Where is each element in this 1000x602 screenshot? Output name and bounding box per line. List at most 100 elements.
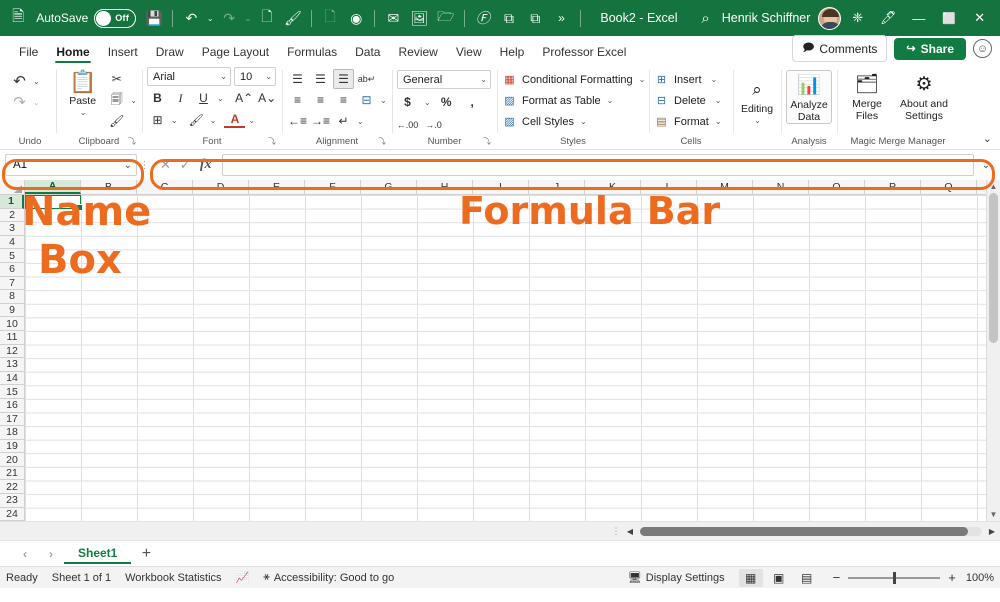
column-header-e[interactable]: E (249, 180, 305, 194)
tab-formulas[interactable]: Formulas (278, 42, 346, 64)
tab-help[interactable]: Help (491, 42, 534, 64)
font-color-icon[interactable]: A (224, 112, 246, 128)
row-header-7[interactable]: 7 (0, 276, 24, 291)
editing-button[interactable]: ⌕ Editing ⌄ (738, 75, 776, 127)
tab-professor-excel[interactable]: Professor Excel (533, 42, 635, 64)
align-left-icon[interactable]: ≡ (287, 90, 308, 110)
tab-draw[interactable]: Draw (147, 42, 193, 64)
row-header-1[interactable]: 1 (0, 195, 24, 209)
ungroup-icon[interactable]: ⧉ (523, 5, 547, 31)
row-header-11[interactable]: 11 (0, 330, 24, 345)
row-header-23[interactable]: 23 (0, 494, 24, 508)
tab-insert[interactable]: Insert (99, 42, 147, 64)
fill-color-chevron-down-icon[interactable]: ⌄ (210, 116, 217, 125)
scroll-left-arrow-icon[interactable]: ◀ (622, 527, 638, 536)
borders-icon[interactable]: ⊞ (147, 110, 168, 130)
name-box[interactable]: A1 ⌄ (5, 154, 137, 176)
insert-cells-chevron-down-icon[interactable]: ⌄ (711, 75, 718, 84)
cut-icon[interactable]: ✂ (106, 69, 127, 89)
wrap-chevron-down-icon[interactable]: ⌄ (357, 117, 364, 126)
decrease-indent-icon[interactable]: ←≡ (287, 111, 308, 131)
increase-font-size-icon[interactable]: A⌃ (234, 88, 255, 108)
qat-overflow-icon[interactable]: » (549, 5, 573, 31)
horizontal-scrollbar[interactable] (640, 526, 982, 536)
row-header-5[interactable]: 5 (0, 249, 24, 263)
underline-button[interactable]: U (193, 88, 214, 108)
increase-decimal-icon[interactable]: ←.00 (397, 115, 419, 135)
record-macro-icon[interactable]: ◉ (344, 5, 368, 31)
currency-icon[interactable]: $ (397, 92, 418, 112)
chevron-right-icon[interactable]: › (38, 543, 64, 565)
format-cells-chevron-down-icon[interactable]: ⌄ (715, 117, 722, 126)
zoom-slider[interactable] (848, 571, 941, 584)
alignment-dialog-launcher-icon[interactable]: ⤵ (378, 136, 386, 147)
vertical-scroll-thumb[interactable] (989, 193, 998, 343)
row-header-8[interactable]: 8 (0, 290, 24, 304)
display-settings-button[interactable]: 🖥 Display Settings (628, 571, 725, 585)
font-size-input[interactable]: 10 ⌄ (234, 67, 276, 86)
name-box-chevron-down-icon[interactable]: ⌄ (124, 160, 132, 171)
align-center-icon[interactable]: ≡ (310, 90, 331, 110)
conditional-formatting-button[interactable]: ▦ Conditional Formatting ⌄ (502, 69, 645, 90)
zoom-in-button[interactable]: + (948, 570, 956, 585)
font-name-input[interactable]: Arial ⌄ (147, 67, 231, 86)
function-icon[interactable]: Ⓕ (471, 5, 495, 31)
email-icon[interactable]: ✉ (381, 5, 405, 31)
fx-icon[interactable]: fx (200, 157, 212, 173)
formula-bar-expand-chevron-down-icon[interactable]: ⌄ (977, 160, 995, 171)
row-header-12[interactable]: 12 (0, 344, 24, 359)
tab-home[interactable]: Home (47, 42, 98, 64)
align-right-icon[interactable]: ≡ (333, 90, 354, 110)
row-header-22[interactable]: 22 (0, 480, 24, 495)
currency-chevron-down-icon[interactable]: ⌄ (424, 98, 431, 107)
autosave-toggle[interactable]: Off (94, 8, 137, 28)
picture-icon[interactable]: 🖼 (407, 5, 431, 31)
tab-file[interactable]: File (10, 42, 47, 64)
comments-button[interactable]: 🗩 Comments (792, 35, 888, 62)
zoom-slider-knob[interactable] (893, 571, 897, 584)
row-header-20[interactable]: 20 (0, 453, 24, 467)
redo-icon[interactable]: ↷ (9, 92, 30, 112)
number-format-chevron-down-icon[interactable]: ⌄ (480, 75, 487, 84)
font-dialog-launcher-icon[interactable]: ⤵ (268, 136, 276, 147)
scroll-up-arrow-icon[interactable]: ▲ (990, 182, 998, 191)
zoom-out-button[interactable]: − (833, 570, 841, 585)
sheet-tab-sheet1[interactable]: Sheet1 (64, 543, 132, 564)
number-dialog-launcher-icon[interactable]: ⤵ (483, 136, 491, 147)
save-icon[interactable]: 💾 (142, 5, 166, 31)
formula-bar-grip[interactable]: ⋮ (140, 160, 150, 171)
user-name[interactable]: Henrik Schiffner (722, 11, 811, 25)
column-header-g[interactable]: G (361, 180, 417, 194)
column-header-f[interactable]: F (305, 180, 361, 194)
add-sheet-button[interactable]: + (131, 543, 161, 565)
chevron-left-icon[interactable]: ‹ (12, 543, 38, 565)
merge-and-center-icon[interactable]: ⊟ (356, 90, 377, 110)
pen-icon[interactable]: 🖊 (874, 3, 903, 33)
row-header-16[interactable]: 16 (0, 398, 24, 413)
row-header-2[interactable]: 2 (0, 208, 24, 223)
copy-chevron-down-icon[interactable]: ⌄ (130, 96, 137, 105)
bold-button[interactable]: B (147, 88, 168, 108)
undo-chevron-down-icon[interactable]: ⌄ (33, 77, 40, 86)
column-header-q[interactable]: Q (921, 180, 977, 194)
row-header-19[interactable]: 19 (0, 439, 24, 454)
cell-styles-button[interactable]: ▨ Cell Styles ⌄ (502, 111, 586, 132)
cell-area[interactable] (25, 195, 1000, 521)
zoom-level-label[interactable]: 100% (966, 572, 994, 584)
copy-icon[interactable]: 🗐 (106, 90, 127, 110)
scroll-down-arrow-icon[interactable]: ▼ (990, 510, 998, 519)
open-folder-icon[interactable]: 🗁 (434, 5, 458, 31)
paste-button[interactable]: 📋 Paste ⌄ (61, 67, 104, 119)
confirm-icon[interactable]: ✓ (180, 157, 191, 173)
undo-dropdown-icon[interactable]: ⌄ (206, 5, 216, 31)
number-format-select[interactable]: General ⌄ (397, 70, 491, 89)
align-top-icon[interactable]: ☰ (287, 69, 308, 89)
diamond-icon[interactable]: ❈ (843, 3, 872, 33)
page-break-view-icon[interactable]: ▤ (795, 569, 819, 587)
row-header-9[interactable]: 9 (0, 303, 24, 318)
insert-cells-button[interactable]: ⊞ Insert ⌄ (654, 69, 717, 90)
format-as-table-button[interactable]: ▨ Format as Table ⌄ (502, 90, 613, 111)
column-header-d[interactable]: D (193, 180, 249, 194)
new-file-icon[interactable]: 🗋 (318, 5, 342, 31)
decrease-decimal-icon[interactable]: →.0 (423, 115, 444, 135)
